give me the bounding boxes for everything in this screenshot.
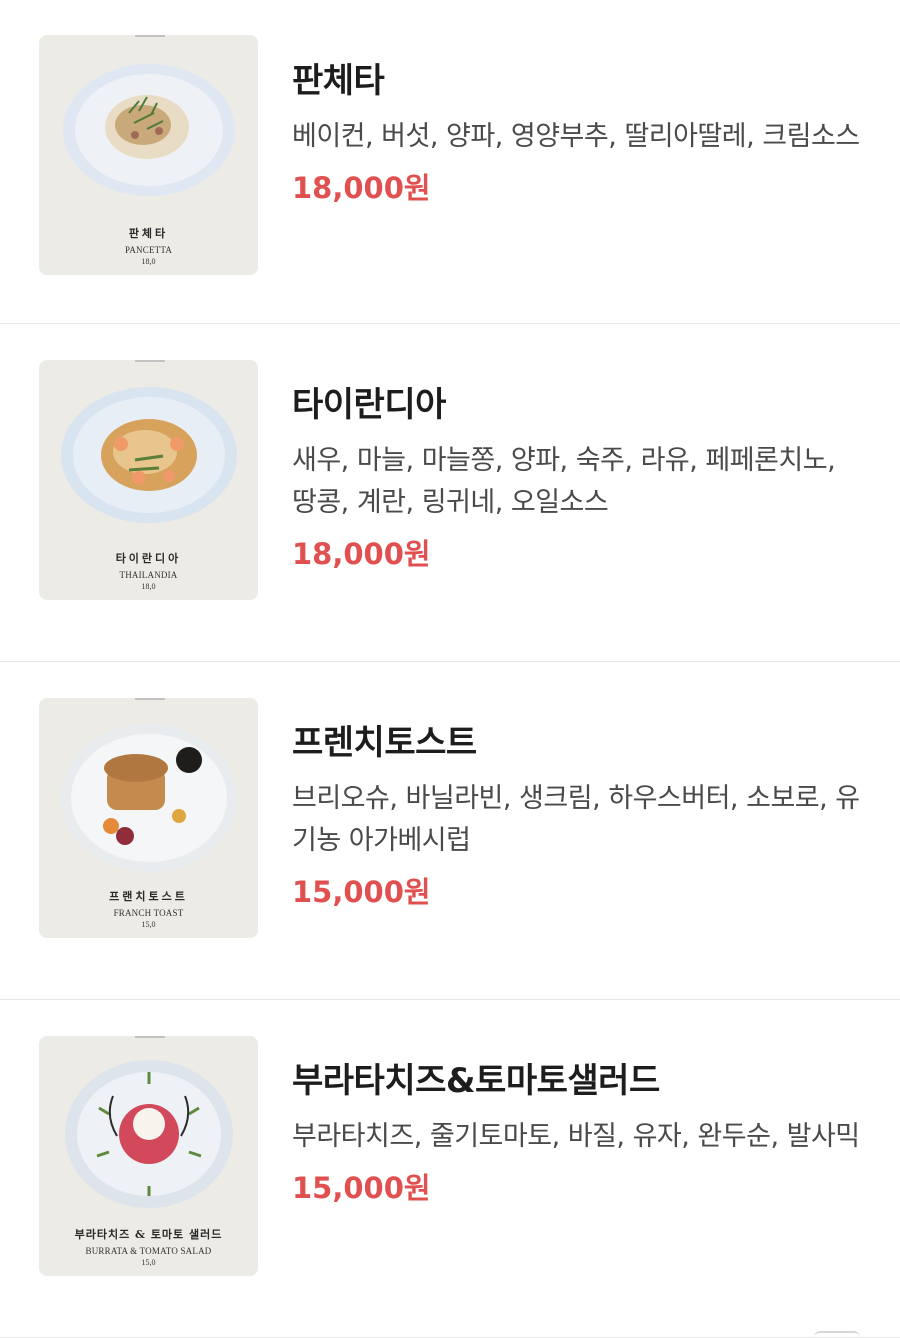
menu-item-info: 판체타 베이컨, 버섯, 양파, 영양부추, 딸리아딸레, 크림소스 18,00… — [292, 58, 860, 208]
menu-item-price: 18,000원 — [292, 171, 431, 205]
menu-item-pancetta[interactable]: 판체타 PANCETTA 18,0 판체타 베이컨, 버섯, 양파, 영양부추,… — [0, 0, 900, 324]
menu-list: 판체타 PANCETTA 18,0 판체타 베이컨, 버섯, 양파, 영양부추,… — [0, 0, 900, 1338]
image-caption-price: 15,0 — [141, 920, 156, 929]
menu-item-burrata-salad[interactable]: 부라타치즈 & 토마토 샐러드 BURRATA & TOMATO SALAD 1… — [0, 1000, 900, 1338]
image-caption-en: FRANCH TOAST — [113, 908, 184, 918]
image-caption-ko: 프랜치토스트 — [109, 890, 188, 903]
image-caption-ko: 판체타 — [128, 227, 169, 240]
image-caption-price: 18,0 — [141, 257, 156, 266]
menu-item-price: 15,000원 — [292, 1171, 431, 1205]
image-caption-ko: 타이란디아 — [115, 552, 182, 565]
menu-item-image[interactable]: 타이란디아 THAILANDIA 18,0 — [39, 360, 258, 600]
menu-item-info: 부라타치즈&토마토샐러드 부라타치즈, 줄기토마토, 바질, 유자, 완두순, … — [292, 1058, 860, 1208]
menu-item-image[interactable]: 부라타치즈 & 토마토 샐러드 BURRATA & TOMATO SALAD 1… — [39, 1036, 258, 1276]
menu-item-description: 베이컨, 버섯, 양파, 영양부추, 딸리아딸레, 크림소스 — [292, 121, 860, 152]
menu-item-price: 18,000원 — [292, 537, 431, 571]
image-caption-ko: 부라타치즈 & 토마토 샐러드 — [74, 1228, 223, 1241]
menu-item-description: 브리오슈, 바닐라빈, 생크림, 하우스버터, 소보로, 유기농 아가베시럽 — [292, 783, 860, 856]
image-caption-price: 15,0 — [141, 1258, 156, 1267]
image-caption-price: 18,0 — [141, 582, 156, 591]
menu-item-name: 판체타 — [292, 61, 385, 101]
menu-item-info: 타이란디아 새우, 마늘, 마늘쫑, 양파, 숙주, 라유, 페페론치노, 땅콩… — [292, 382, 860, 574]
menu-item-description: 새우, 마늘, 마늘쫑, 양파, 숙주, 라유, 페페론치노, 땅콩, 계란, … — [292, 445, 836, 518]
image-caption-en: BURRATA & TOMATO SALAD — [85, 1246, 212, 1256]
menu-item-french-toast[interactable]: 프랜치토스트 FRANCH TOAST 15,0 프렌치토스트 브리오슈, 바닐… — [0, 662, 900, 1000]
menu-item-name: 부라타치즈&토마토샐러드 — [292, 1061, 660, 1101]
menu-item-price: 15,000원 — [292, 875, 431, 909]
menu-item-description: 부라타치즈, 줄기토마토, 바질, 유자, 완두순, 발사믹 — [292, 1121, 860, 1152]
menu-item-name: 프렌치토스트 — [292, 723, 477, 763]
menu-item-image[interactable]: 판체타 PANCETTA 18,0 — [39, 35, 258, 275]
menu-item-thailandia[interactable]: 타이란디아 THAILANDIA 18,0 타이란디아 새우, 마늘, 마늘쫑,… — [0, 324, 900, 662]
menu-item-info: 프렌치토스트 브리오슈, 바닐라빈, 생크림, 하우스버터, 소보로, 유기농 … — [292, 720, 860, 912]
menu-item-image[interactable]: 프랜치토스트 FRANCH TOAST 15,0 — [39, 698, 258, 938]
menu-item-name: 타이란디아 — [292, 385, 446, 425]
image-caption-en: THAILANDIA — [119, 570, 178, 580]
image-caption-en: PANCETTA — [124, 245, 173, 255]
